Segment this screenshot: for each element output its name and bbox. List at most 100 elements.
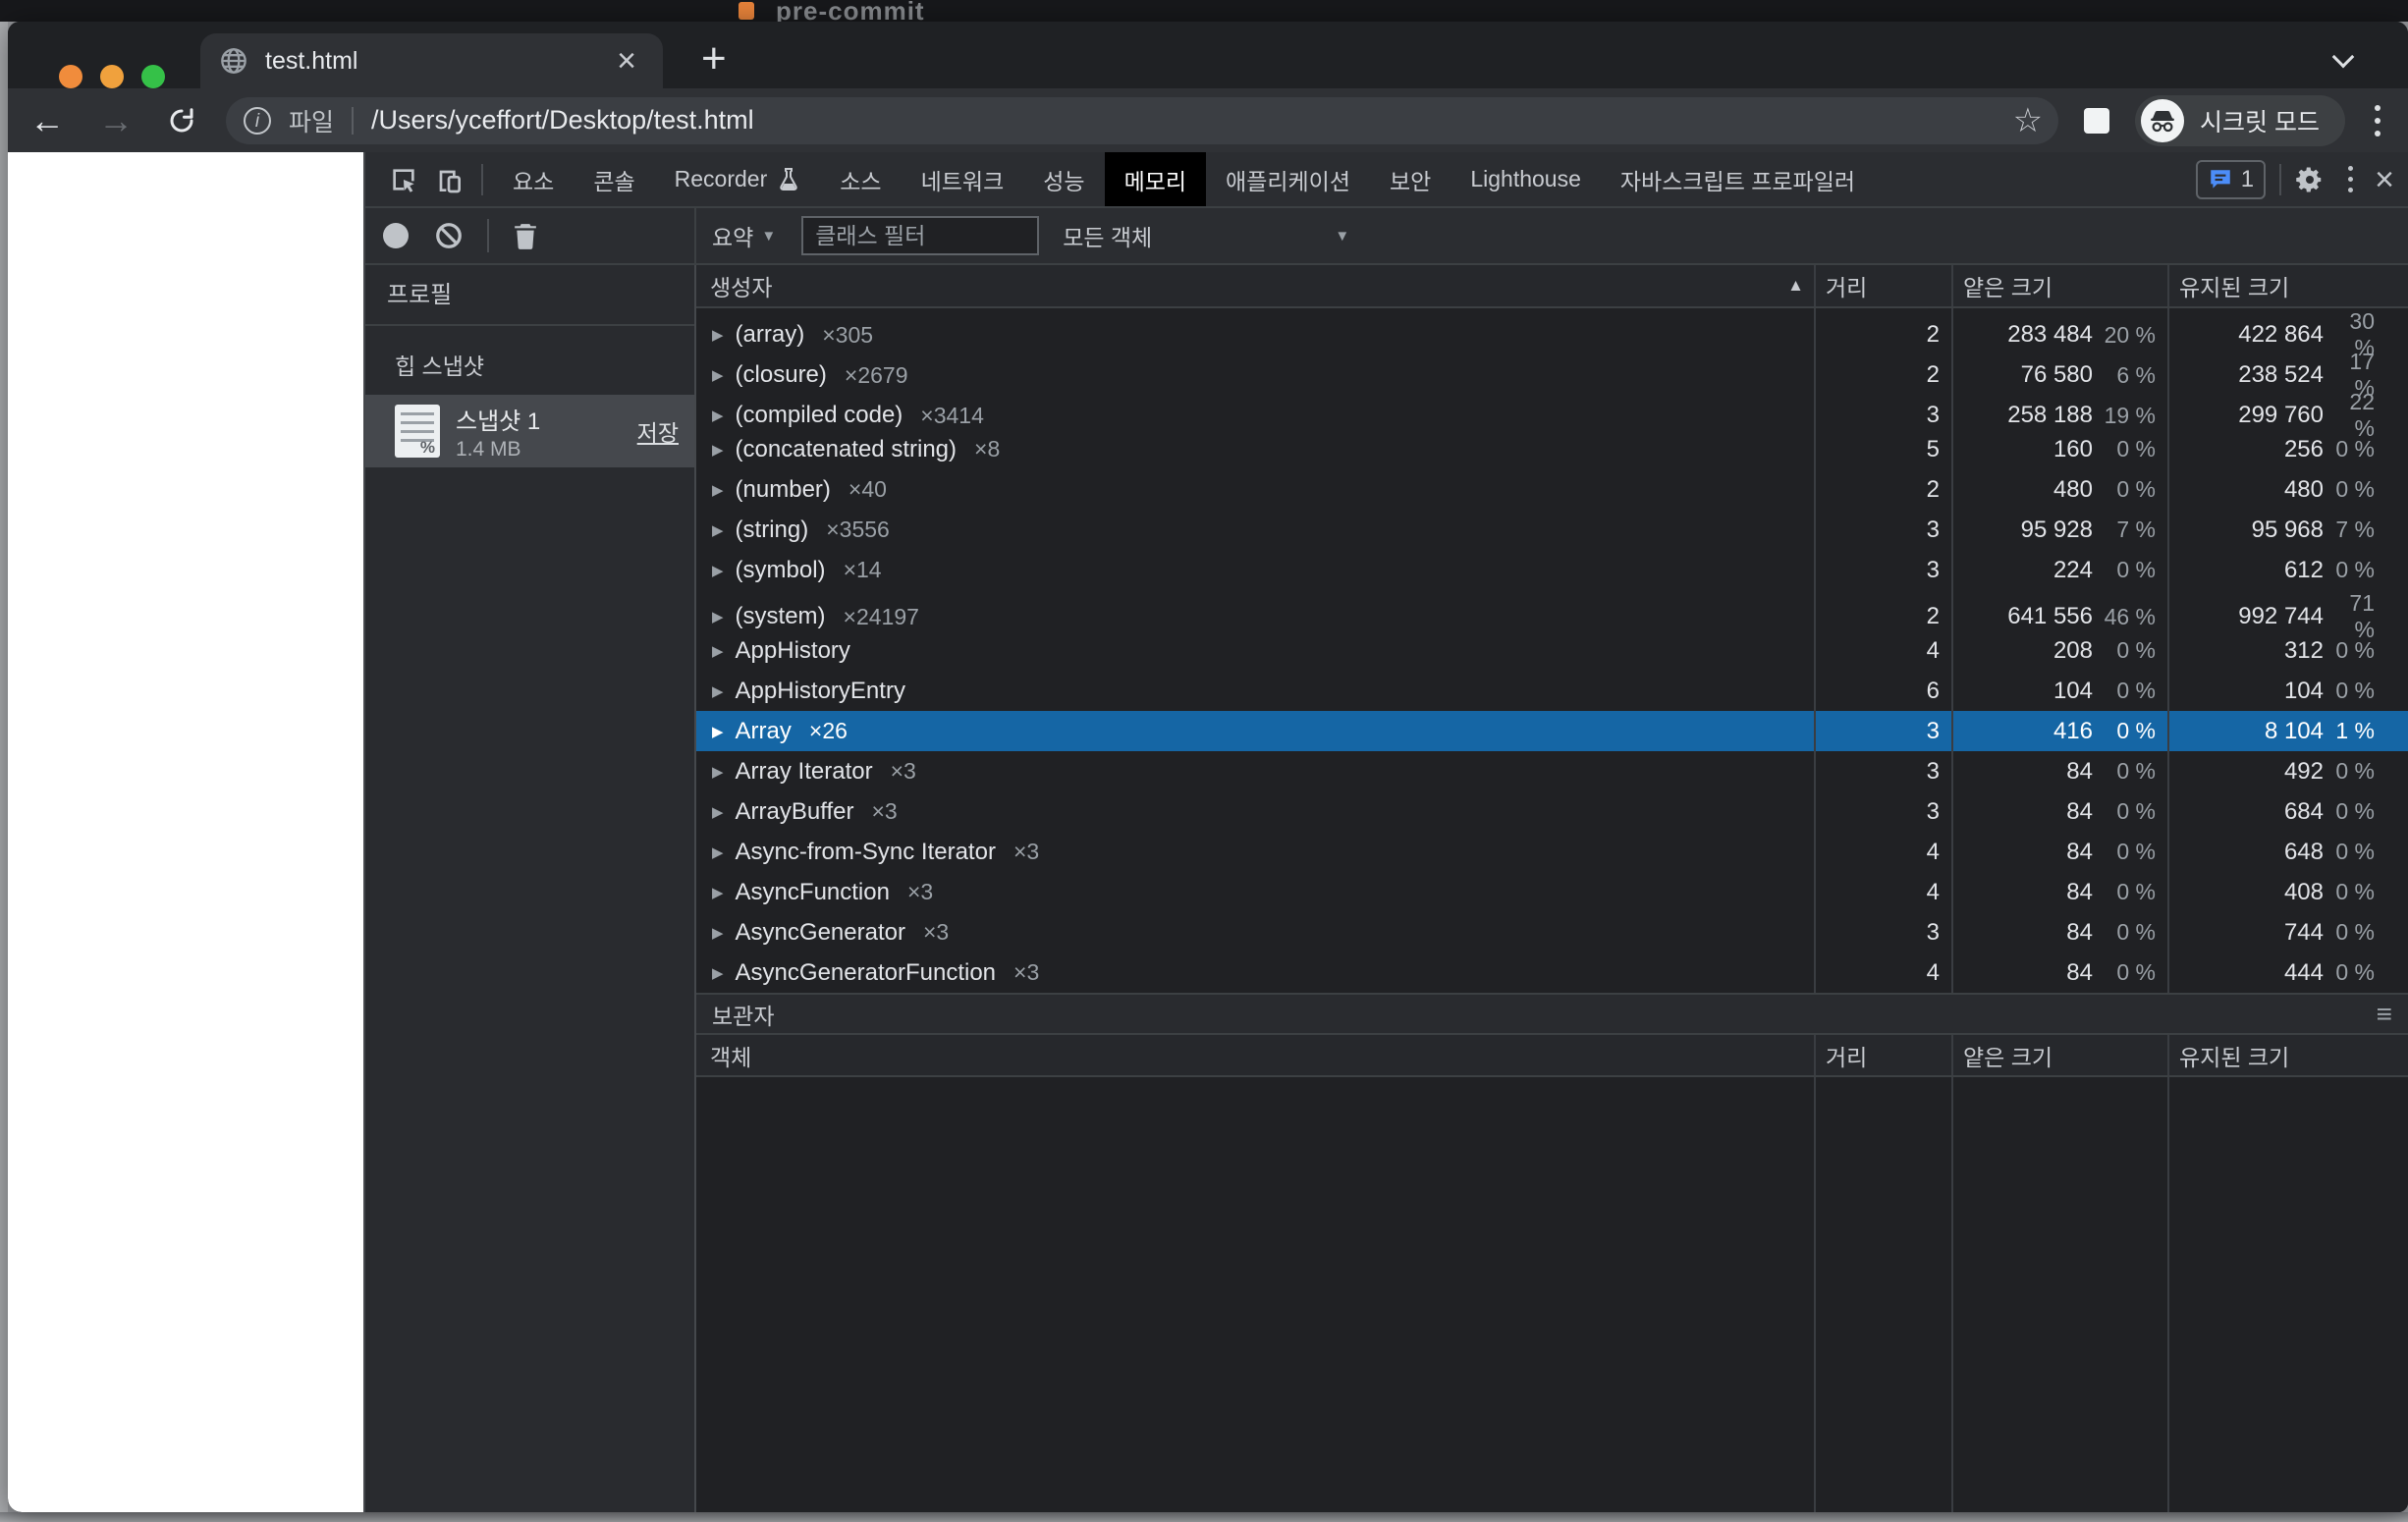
table-row[interactable]: ▶ (compiled code) ×3414 3 258 188 19 % 2… bbox=[696, 389, 2408, 429]
disclosure-triangle-icon[interactable]: ▶ bbox=[712, 608, 724, 625]
table-row[interactable]: ▶ (string) ×3556 3 95 928 7 % 95 968 7 % bbox=[696, 510, 2408, 550]
disclosure-triangle-icon[interactable]: ▶ bbox=[712, 642, 724, 660]
constructor-name: (symbol) bbox=[736, 557, 826, 584]
forward-button[interactable]: → bbox=[98, 103, 134, 138]
table-row[interactable]: ▶ (concatenated string) ×8 5 160 0 % 256… bbox=[696, 429, 2408, 469]
table-row[interactable]: ▶ AsyncGenerator ×3 3 84 0 % 744 0 % bbox=[696, 912, 2408, 952]
retained-size-percent: 0 % bbox=[2324, 919, 2408, 946]
column-header-retained-size[interactable]: 유지된 크기 bbox=[2167, 1035, 2408, 1075]
minimize-window-button[interactable] bbox=[100, 65, 124, 88]
disclosure-triangle-icon[interactable]: ▶ bbox=[712, 763, 724, 781]
record-heap-snapshot-button[interactable] bbox=[383, 223, 409, 248]
devtools-menu-icon[interactable] bbox=[2348, 166, 2353, 192]
column-header-shallow-size[interactable]: 얕은 크기 bbox=[1951, 265, 2167, 306]
save-snapshot-link[interactable]: 저장 bbox=[637, 414, 679, 448]
url-text[interactable]: /Users/yceffort/Desktop/test.html bbox=[371, 105, 2001, 136]
column-header-distance[interactable]: 거리 bbox=[1814, 265, 1951, 306]
bookmark-star-icon[interactable]: ☆ bbox=[2013, 101, 2043, 140]
incognito-badge[interactable]: 시크릿 모드 bbox=[2135, 95, 2345, 146]
disclosure-triangle-icon[interactable]: ▶ bbox=[712, 562, 724, 579]
browser-menu-icon[interactable] bbox=[2375, 105, 2381, 136]
devtools-tab[interactable]: 애플리케이션 bbox=[1206, 152, 1370, 206]
disclosure-triangle-icon[interactable]: ▶ bbox=[712, 884, 724, 901]
constructor-name: AppHistoryEntry bbox=[736, 678, 905, 705]
devtools-tab[interactable]: 네트워크 bbox=[902, 152, 1024, 206]
devtools-tab[interactable]: 보안 bbox=[1370, 152, 1450, 206]
column-header-retained-size[interactable]: 유지된 크기 bbox=[2167, 265, 2408, 306]
devtools-tab[interactable]: Recorder bbox=[655, 152, 821, 206]
toolbar-divider bbox=[487, 219, 489, 252]
disclosure-triangle-icon[interactable]: ▶ bbox=[712, 407, 724, 424]
devtools-tabbar: 요소콘솔Recorder 소스네트워크성능메모리애플리케이션보안Lighthou… bbox=[365, 152, 2408, 208]
tab-search-chevron-icon[interactable] bbox=[2335, 49, 2357, 71]
settings-gear-icon[interactable] bbox=[2295, 165, 2325, 194]
back-button[interactable]: ← bbox=[29, 103, 65, 138]
new-tab-button[interactable]: + bbox=[701, 39, 727, 79]
clear-profiles-icon[interactable] bbox=[434, 221, 464, 250]
site-info-icon[interactable]: i bbox=[244, 107, 271, 135]
column-header-object[interactable]: 객체 bbox=[696, 1035, 1814, 1075]
disclosure-triangle-icon[interactable]: ▶ bbox=[712, 366, 724, 384]
table-row[interactable]: ▶ AppHistory 4 208 0 % 312 0 % bbox=[696, 630, 2408, 671]
disclosure-triangle-icon[interactable]: ▶ bbox=[712, 924, 724, 942]
close-window-button[interactable] bbox=[59, 65, 82, 88]
devtools-tab[interactable]: 성능 bbox=[1023, 152, 1104, 206]
table-row[interactable]: ▶ Async-from-Sync Iterator ×3 4 84 0 % 6… bbox=[696, 832, 2408, 872]
table-row[interactable]: ▶ (number) ×40 2 480 0 % 480 0 % bbox=[696, 469, 2408, 510]
disclosure-triangle-icon[interactable]: ▶ bbox=[712, 964, 724, 982]
table-row[interactable]: ▶ (system) ×24197 2 641 556 46 % 992 744… bbox=[696, 590, 2408, 630]
shallow-size-value: 95 928 bbox=[1953, 516, 2093, 544]
column-header-shallow-size[interactable]: 얕은 크기 bbox=[1951, 1035, 2167, 1075]
retained-size-percent: 0 % bbox=[2324, 637, 2408, 664]
disclosure-triangle-icon[interactable]: ▶ bbox=[712, 326, 724, 344]
inspect-element-icon[interactable] bbox=[381, 158, 426, 201]
table-row[interactable]: ▶ (symbol) ×14 3 224 0 % 612 0 % bbox=[696, 550, 2408, 590]
table-row[interactable]: ▶ ArrayBuffer ×3 3 84 0 % 684 0 % bbox=[696, 791, 2408, 832]
class-filter-input[interactable] bbox=[801, 216, 1039, 255]
browser-tab[interactable]: test.html × bbox=[200, 33, 663, 88]
devtools-tab[interactable]: 요소 bbox=[493, 152, 574, 206]
perspective-select[interactable]: 요약 bbox=[712, 219, 753, 252]
devtools-tab[interactable]: 메모리 bbox=[1105, 152, 1206, 206]
devtools-tab[interactable]: 콘솔 bbox=[574, 152, 654, 206]
snapshot-name: 스냅샷 1 bbox=[456, 402, 637, 436]
maximize-window-button[interactable] bbox=[141, 65, 165, 88]
snapshot-meta: 스냅샷 1 1.4 MB bbox=[456, 402, 637, 462]
disclosure-triangle-icon[interactable]: ▶ bbox=[712, 843, 724, 861]
table-row[interactable]: ▶ AsyncFunction ×3 4 84 0 % 408 0 % bbox=[696, 872, 2408, 912]
column-header-distance[interactable]: 거리 bbox=[1814, 1035, 1951, 1075]
shallow-size-percent: 0 % bbox=[2093, 678, 2167, 704]
shallow-size-value: 258 188 bbox=[1953, 402, 2093, 429]
side-panel-icon[interactable] bbox=[2084, 108, 2109, 134]
devtools-tab[interactable]: 소스 bbox=[820, 152, 901, 206]
address-bar[interactable]: i 파일 /Users/yceffort/Desktop/test.html ☆ bbox=[226, 97, 2058, 144]
table-row[interactable]: ▶ Array ×26 3 416 0 % 8 104 1 % bbox=[696, 711, 2408, 751]
devtools-tab[interactable]: 자바스크립트 프로파일러 bbox=[1601, 152, 1875, 206]
disclosure-triangle-icon[interactable]: ▶ bbox=[712, 723, 724, 740]
disclosure-triangle-icon[interactable]: ▶ bbox=[712, 803, 724, 821]
table-row[interactable]: ▶ AppHistoryEntry 6 104 0 % 104 0 % bbox=[696, 671, 2408, 711]
devtools-close-icon[interactable]: × bbox=[2375, 163, 2394, 196]
disclosure-triangle-icon[interactable]: ▶ bbox=[712, 521, 724, 539]
snapshot-size: 1.4 MB bbox=[456, 438, 637, 462]
table-row[interactable]: ▶ (closure) ×2679 2 76 580 6 % 238 524 1… bbox=[696, 349, 2408, 389]
shallow-size-cell: 416 0 % bbox=[1951, 711, 2167, 751]
delete-trash-icon[interactable] bbox=[513, 221, 538, 250]
table-row[interactable]: ▶ Array Iterator ×3 3 84 0 % 492 0 % bbox=[696, 751, 2408, 791]
reload-button[interactable] bbox=[167, 106, 196, 136]
objects-filter-select[interactable]: 모든 객체 ▼ bbox=[1063, 219, 1349, 252]
device-toolbar-icon[interactable] bbox=[426, 158, 471, 201]
snapshot-item[interactable]: 스냅샷 1 1.4 MB 저장 bbox=[365, 395, 694, 467]
retained-size-percent: 0 % bbox=[2324, 959, 2408, 986]
tab-close-button[interactable]: × bbox=[610, 46, 643, 76]
disclosure-triangle-icon[interactable]: ▶ bbox=[712, 682, 724, 700]
column-header-constructor[interactable]: 생성자 ▲ bbox=[696, 265, 1814, 306]
sort-ascending-icon: ▲ bbox=[1787, 276, 1804, 296]
table-row[interactable]: ▶ (array) ×305 2 283 484 20 % 422 864 30… bbox=[696, 308, 2408, 349]
disclosure-triangle-icon[interactable]: ▶ bbox=[712, 481, 724, 499]
table-row[interactable]: ▶ AsyncGeneratorFunction ×3 4 84 0 % 444… bbox=[696, 952, 2408, 993]
disclosure-triangle-icon[interactable]: ▶ bbox=[712, 441, 724, 459]
issues-badge[interactable]: 1 bbox=[2196, 160, 2266, 199]
devtools-tab[interactable]: Lighthouse bbox=[1450, 152, 1601, 206]
retainers-menu-icon[interactable]: ≡ bbox=[2377, 999, 2392, 1030]
